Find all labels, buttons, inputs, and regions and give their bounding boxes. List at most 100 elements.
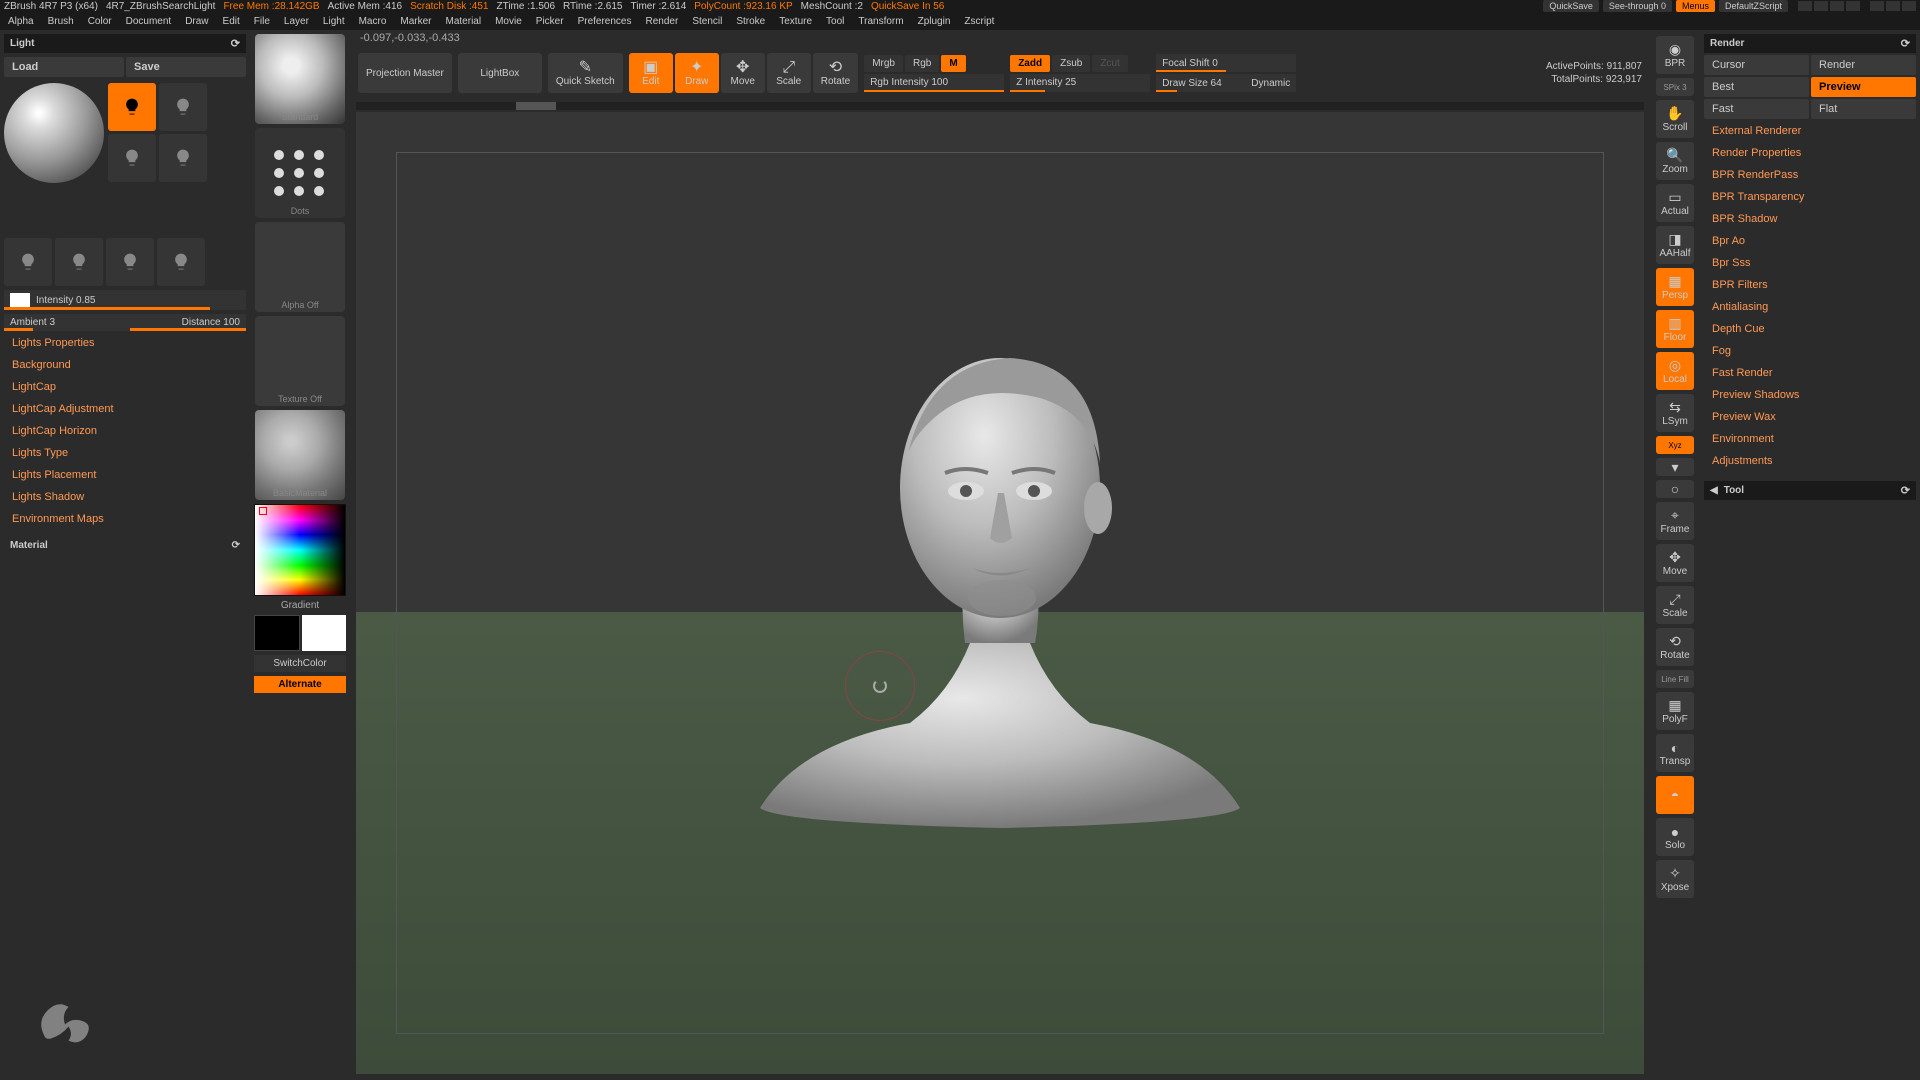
lsym-button[interactable]: ⇆LSym [1656,394,1694,432]
load-button[interactable]: Load [4,57,124,77]
layout-buttons[interactable] [1798,1,1860,11]
intensity-slider[interactable]: Intensity 0.85 [4,290,246,310]
menu-draw[interactable]: Draw [185,16,208,27]
menu-tool[interactable]: Tool [826,16,844,27]
cursor-button[interactable]: Cursor [1704,55,1809,75]
menu-edit[interactable]: Edit [223,16,240,27]
best-button[interactable]: Best [1704,77,1809,97]
light-slot-6[interactable] [55,238,103,286]
local-button[interactable]: ◎Local [1656,352,1694,390]
light-panel-header[interactable]: Light ⟳ [4,34,246,53]
transp-button[interactable]: ◐Transp [1656,734,1694,772]
secondary-color[interactable] [254,615,300,651]
scroll-button[interactable]: ✋Scroll [1656,100,1694,138]
lightcap-adjustment[interactable]: LightCap Adjustment [4,399,246,419]
render-panel-header[interactable]: Render ⟳ [1704,34,1916,53]
ghost-button[interactable]: ◓ [1656,776,1694,814]
lightcap-horizon[interactable]: LightCap Horizon [4,421,246,441]
primary-color[interactable] [302,615,346,651]
texture-thumbnail[interactable]: Texture Off [255,316,345,406]
antialiasing[interactable]: Antialiasing [1704,297,1916,317]
bpr-sss[interactable]: Bpr Sss [1704,253,1916,273]
menu-material[interactable]: Material [446,16,482,27]
environment[interactable]: Environment [1704,429,1916,449]
persp-button[interactable]: ▦Persp [1656,268,1694,306]
bpr-ao[interactable]: Bpr Ao [1704,231,1916,251]
distance-slider[interactable]: Distance 100 [182,317,240,328]
scale-mode-button[interactable]: ⤢Scale [767,53,811,93]
xpose-button[interactable]: ✧Xpose [1656,860,1694,898]
m-toggle[interactable]: M [941,55,965,72]
menu-stroke[interactable]: Stroke [736,16,765,27]
bpr-transparency[interactable]: BPR Transparency [1704,187,1916,207]
maximize-icon[interactable] [1886,1,1900,11]
lightcap[interactable]: LightCap [4,377,246,397]
brush-thumbnail[interactable]: Standard [255,34,345,124]
frame-button[interactable]: ⌖Frame [1656,502,1694,540]
scale-button[interactable]: ⤢Scale [1656,586,1694,624]
adjustments[interactable]: Adjustments [1704,451,1916,471]
chevron-left-icon[interactable]: ◀ [1710,485,1718,496]
aahalf-button[interactable]: ◨AAHalf [1656,226,1694,264]
light-slot-3[interactable] [108,134,156,182]
menu-render[interactable]: Render [646,16,679,27]
stroke-thumbnail[interactable]: Dots [255,128,345,218]
draw-size-slider[interactable]: Draw Size 64Dynamic [1156,74,1296,92]
reload-icon[interactable]: ⟳ [1901,37,1910,50]
lights-placement[interactable]: Lights Placement [4,465,246,485]
render-button[interactable]: Render [1811,55,1916,75]
light-slot-4[interactable] [159,134,207,182]
lightbox-button[interactable]: LightBox [458,53,542,93]
background[interactable]: Background [4,355,246,375]
preview-shadows[interactable]: Preview Shadows [1704,385,1916,405]
projection-master-button[interactable]: Projection Master [358,53,452,93]
menu-light[interactable]: Light [323,16,345,27]
mrgb-toggle[interactable]: Mrgb [864,55,903,72]
menu-layer[interactable]: Layer [284,16,309,27]
edit-mode-button[interactable]: ▣Edit [629,53,673,93]
rot-mode-2[interactable]: ○ [1656,480,1694,498]
focal-shift-slider[interactable]: Focal Shift 0 [1156,54,1296,72]
bpr-filters[interactable]: BPR Filters [1704,275,1916,295]
menu-brush[interactable]: Brush [48,16,74,27]
fast-button[interactable]: Fast [1704,99,1809,119]
alpha-thumbnail[interactable]: Alpha Off [255,222,345,312]
menu-zplugin[interactable]: Zplugin [918,16,951,27]
external-renderer[interactable]: External Renderer [1704,121,1916,141]
render-properties[interactable]: Render Properties [1704,143,1916,163]
rgb-toggle[interactable]: Rgb [905,55,939,72]
menu-marker[interactable]: Marker [400,16,431,27]
ambient-slider[interactable]: Ambient 3 [10,317,55,328]
depth-cue[interactable]: Depth Cue [1704,319,1916,339]
rotate-button[interactable]: ⟲Rotate [1656,628,1694,666]
tool-panel-header[interactable]: ◀ Tool ⟳ [1704,481,1916,500]
reload-icon[interactable]: ⟳ [231,37,240,50]
viewport-canvas[interactable] [356,112,1644,1074]
zoom-button[interactable]: 🔍Zoom [1656,142,1694,180]
bpr-shadow[interactable]: BPR Shadow [1704,209,1916,229]
reload-icon[interactable]: ⟳ [1901,484,1910,497]
fog[interactable]: Fog [1704,341,1916,361]
zadd-toggle[interactable]: Zadd [1010,55,1050,72]
material-thumbnail[interactable]: BasicMaterial [255,410,345,500]
menu-preferences[interactable]: Preferences [578,16,632,27]
lights-type[interactable]: Lights Type [4,443,246,463]
xyz-button[interactable]: Xyz [1656,436,1694,454]
bpr-button[interactable]: ◉BPR [1656,36,1694,74]
linefill-button[interactable]: Line Fill [1656,670,1694,688]
material-panel-header[interactable]: Material ⟳ [4,537,246,554]
menu-movie[interactable]: Movie [495,16,522,27]
menu-picker[interactable]: Picker [536,16,564,27]
move-mode-button[interactable]: ✥Move [721,53,765,93]
rgb-intensity-slider[interactable]: Rgb Intensity 100 [864,74,1004,92]
menu-file[interactable]: File [254,16,270,27]
lights-properties[interactable]: Lights Properties [4,333,246,353]
move-button[interactable]: ✥Move [1656,544,1694,582]
lights-shadow[interactable]: Lights Shadow [4,487,246,507]
solo-button[interactable]: ●Solo [1656,818,1694,856]
spix-slider[interactable]: SPix 3 [1656,78,1694,96]
light-color-swatch[interactable] [10,293,30,307]
menus-toggle[interactable]: Menus [1676,0,1715,12]
seethrough-slider[interactable]: See-through 0 [1603,0,1672,12]
light-slot-1[interactable] [108,83,156,131]
